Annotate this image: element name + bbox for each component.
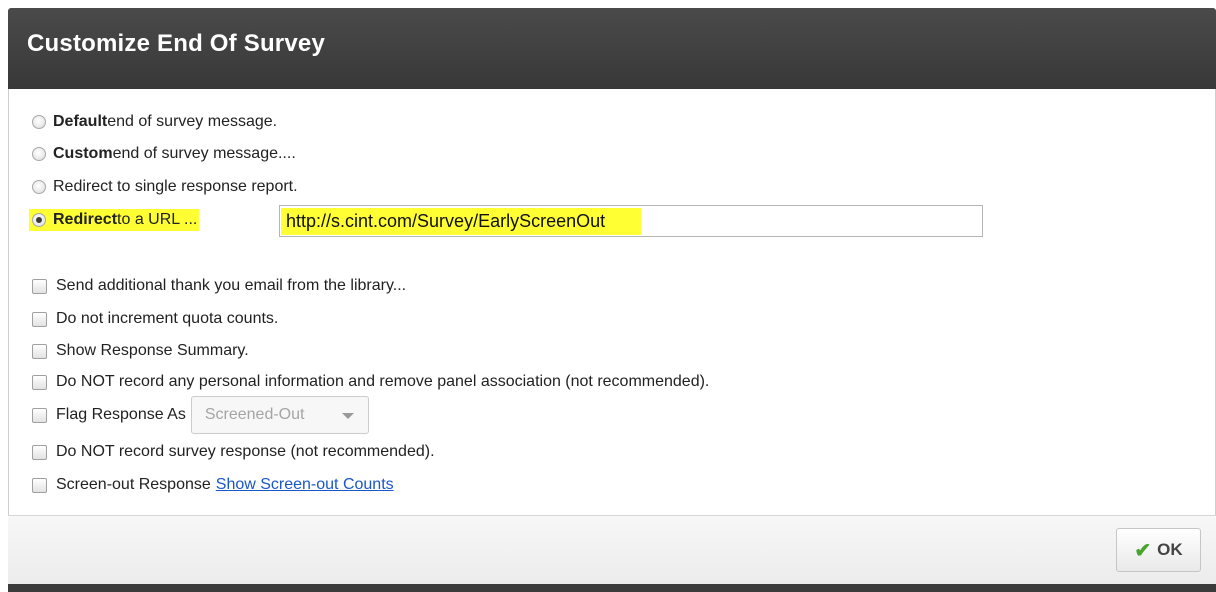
checkbox-show-summary[interactable] <box>32 343 47 359</box>
no-personal-label: Do NOT record any personal information a… <box>56 373 710 390</box>
option-default-message[interactable]: Default end of survey message. <box>32 109 277 135</box>
checkbox-no-quota[interactable] <box>32 311 47 327</box>
checkbox-row-no-quota[interactable]: Do not increment quota counts. <box>32 306 278 332</box>
redirect-url-highlight: Redirect to a URL ... <box>29 209 200 231</box>
option-default-bold: Default <box>53 113 108 130</box>
checkbox-send-email[interactable] <box>32 278 47 294</box>
option-redirect-report-label: Redirect to single response report. <box>53 178 298 195</box>
dialog-bottom-border <box>8 584 1216 592</box>
send-email-label: Send additional thank you email from the… <box>56 277 407 294</box>
option-custom-bold: Custom <box>53 145 113 162</box>
dialog-titlebar[interactable]: Customize End Of Survey <box>8 8 1216 89</box>
checkbox-flag-response[interactable] <box>32 407 47 423</box>
flag-response-selected: Screened-Out <box>204 406 305 423</box>
checkbox-row-show-summary[interactable]: Show Response Summary. <box>32 338 249 364</box>
checkbox-row-no-record[interactable]: Do NOT record survey response (not recom… <box>32 439 435 465</box>
flag-response-label: Flag Response As <box>56 406 186 423</box>
radio-redirect-url[interactable] <box>32 213 46 227</box>
redirect-url-value: http://s.cint.com/Survey/EarlyScreenOut <box>281 207 642 235</box>
option-default-label: end of survey message. <box>107 113 278 130</box>
redirect-url-input[interactable]: http://s.cint.com/Survey/EarlyScreenOut <box>279 205 983 237</box>
show-screen-out-counts-link[interactable]: Show Screen-out Counts <box>216 476 394 494</box>
no-quota-label: Do not increment quota counts. <box>56 310 279 327</box>
checkbox-no-personal[interactable] <box>32 374 47 390</box>
dialog-title: Customize End Of Survey <box>27 30 325 57</box>
customize-end-of-survey-dialog: Customize End Of Survey Default end of s… <box>0 0 1216 592</box>
checkbox-row-flag-response[interactable]: Flag Response As Screened-Out <box>32 395 369 435</box>
radio-default-message[interactable] <box>32 115 46 129</box>
chevron-down-icon <box>341 413 354 419</box>
dialog-footer: ✔ OK <box>8 515 1216 584</box>
checkbox-screen-out[interactable] <box>32 477 47 493</box>
ok-button[interactable]: ✔ OK <box>1116 528 1201 572</box>
checkbox-no-record[interactable] <box>32 444 47 460</box>
option-custom-label: end of survey message.... <box>112 145 296 162</box>
dialog-body: Default end of survey message. Custom en… <box>8 89 1216 515</box>
radio-custom-message[interactable] <box>32 147 46 161</box>
no-record-label: Do NOT record survey response (not recom… <box>56 443 435 460</box>
option-redirect-url-bold: Redirect <box>53 211 118 228</box>
checkbox-row-screen-out[interactable]: Screen-out Response Show Screen-out Coun… <box>32 472 394 498</box>
option-redirect-url-label: to a URL ... <box>117 211 198 228</box>
show-summary-label: Show Response Summary. <box>56 342 249 359</box>
option-redirect-report[interactable]: Redirect to single response report. <box>32 174 298 200</box>
checkbox-row-send-email[interactable]: Send additional thank you email from the… <box>32 273 406 299</box>
flag-response-select[interactable]: Screened-Out <box>190 396 369 434</box>
ok-button-label: OK <box>1157 540 1183 559</box>
option-redirect-url[interactable]: Redirect to a URL ... http://s.cint.com/… <box>29 205 992 237</box>
radio-redirect-report[interactable] <box>32 180 46 194</box>
checkmark-icon: ✔ <box>1134 539 1152 562</box>
checkbox-row-no-personal[interactable]: Do NOT record any personal information a… <box>32 369 709 395</box>
option-custom-message[interactable]: Custom end of survey message.... <box>32 141 296 167</box>
screen-out-label: Screen-out Response <box>56 476 211 493</box>
